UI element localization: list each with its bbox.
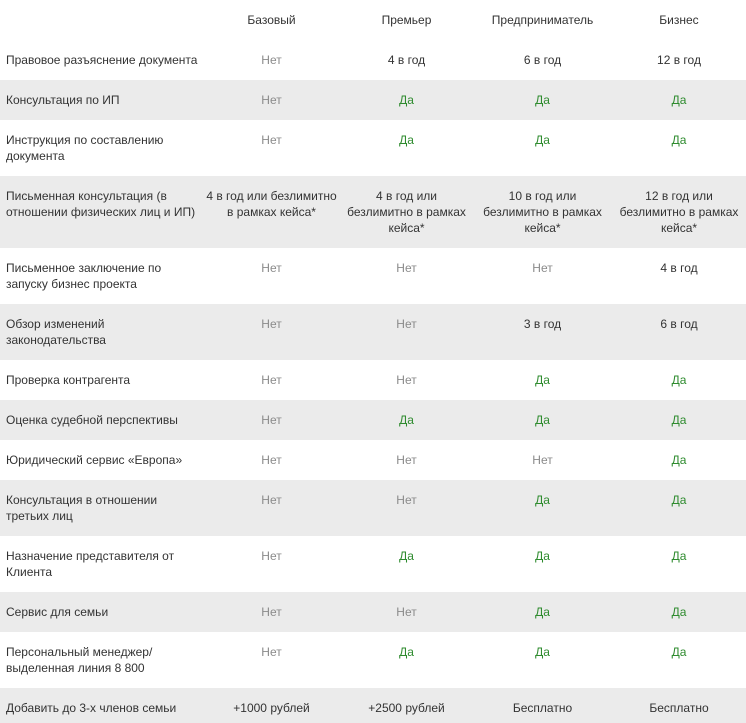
plan-value: Да (473, 480, 612, 536)
plan-value: Нет (203, 40, 340, 80)
plan-header-business: Бизнес (612, 0, 746, 40)
plan-value: Нет (340, 248, 473, 304)
plan-value: Нет (203, 360, 340, 400)
plan-value: Бесплатно (473, 688, 612, 723)
plan-value: Да (340, 120, 473, 176)
plan-value: 3 в год (473, 304, 612, 360)
plan-value: Да (340, 632, 473, 688)
feature-label: Юридический сервис «Европа» (0, 440, 203, 480)
plan-value: Да (612, 400, 746, 440)
plan-value: Да (612, 80, 746, 120)
table-row: Письменное заключение по запуску бизнес … (0, 248, 746, 304)
plan-value: Нет (203, 120, 340, 176)
feature-label: Персональный менеджер/ выделенная линия … (0, 632, 203, 688)
plan-value: Нет (473, 440, 612, 480)
table-row: Обзор изменений законодательства Нет Нет… (0, 304, 746, 360)
table-row: Консультация в отношении третьих лиц Нет… (0, 480, 746, 536)
plan-header-entrepreneur: Предприниматель (473, 0, 612, 40)
plan-value: Да (473, 80, 612, 120)
table-row: Проверка контрагента Нет Нет Да Да (0, 360, 746, 400)
plan-value: Да (612, 360, 746, 400)
feature-label: Оценка судебной перспективы (0, 400, 203, 440)
plan-value: Да (612, 592, 746, 632)
plan-value: 4 в год или безлимитно в рамках кейса* (203, 176, 340, 248)
plan-value: Да (340, 80, 473, 120)
plan-value: Да (612, 536, 746, 592)
table-row: Консультация по ИП Нет Да Да Да (0, 80, 746, 120)
plan-value: 6 в год (473, 40, 612, 80)
plan-value: Нет (340, 304, 473, 360)
plan-value: Да (612, 120, 746, 176)
plan-value: Да (473, 360, 612, 400)
plan-value: Нет (340, 480, 473, 536)
plan-value: Нет (203, 592, 340, 632)
feature-label: Назначение представителя от Клиента (0, 536, 203, 592)
plan-value: 4 в год (612, 248, 746, 304)
plan-value: Нет (203, 304, 340, 360)
table-row: Оценка судебной перспективы Нет Да Да Да (0, 400, 746, 440)
plan-value: Да (473, 400, 612, 440)
table-row: Сервис для семьи Нет Нет Да Да (0, 592, 746, 632)
plan-value: Нет (203, 480, 340, 536)
plan-value: 4 в год (340, 40, 473, 80)
table-row: Правовое разъяснение документа Нет 4 в г… (0, 40, 746, 80)
plan-value: Нет (203, 400, 340, 440)
feature-column-header (0, 0, 203, 40)
plan-value: Да (340, 536, 473, 592)
plan-value: Да (340, 400, 473, 440)
plan-value: Да (473, 536, 612, 592)
plan-value: 6 в год (612, 304, 746, 360)
feature-label: Правовое разъяснение документа (0, 40, 203, 80)
plan-value: Да (473, 592, 612, 632)
plan-value: Нет (203, 536, 340, 592)
plan-value: 10 в год или безлимитно в рамках кейса* (473, 176, 612, 248)
plan-value: 4 в год или безлимитно в рамках кейса* (340, 176, 473, 248)
plan-value: Да (612, 440, 746, 480)
plan-value: Да (473, 120, 612, 176)
plan-value: Нет (203, 248, 340, 304)
plan-header-premier: Премьер (340, 0, 473, 40)
plan-value: Нет (473, 248, 612, 304)
feature-label: Проверка контрагента (0, 360, 203, 400)
table-row: Юридический сервис «Европа» Нет Нет Нет … (0, 440, 746, 480)
table-row: Персональный менеджер/ выделенная линия … (0, 632, 746, 688)
feature-label: Обзор изменений законодательства (0, 304, 203, 360)
header-row: Базовый Премьер Предприниматель Бизнес (0, 0, 746, 40)
plan-value: Да (612, 480, 746, 536)
plan-value: Нет (340, 440, 473, 480)
feature-label: Добавить до 3-х членов семьи (0, 688, 203, 723)
feature-label: Консультация по ИП (0, 80, 203, 120)
plan-value: Нет (203, 632, 340, 688)
feature-label: Письменное заключение по запуску бизнес … (0, 248, 203, 304)
table-row: Добавить до 3-х членов семьи +1000 рубле… (0, 688, 746, 723)
table-row: Письменная консультация (в отношении физ… (0, 176, 746, 248)
plan-value: +1000 рублей (203, 688, 340, 723)
plan-value: Да (473, 632, 612, 688)
table-row: Назначение представителя от Клиента Нет … (0, 536, 746, 592)
plan-value: Да (612, 632, 746, 688)
table-row: Инструкция по составлению документа Нет … (0, 120, 746, 176)
plan-value: Нет (203, 80, 340, 120)
feature-label: Сервис для семьи (0, 592, 203, 632)
feature-label: Инструкция по составлению документа (0, 120, 203, 176)
feature-label: Письменная консультация (в отношении физ… (0, 176, 203, 248)
plan-value: +2500 рублей (340, 688, 473, 723)
feature-label: Консультация в отношении третьих лиц (0, 480, 203, 536)
plan-value: Бесплатно (612, 688, 746, 723)
plan-header-basic: Базовый (203, 0, 340, 40)
plan-value: Нет (340, 360, 473, 400)
plan-value: Нет (340, 592, 473, 632)
plan-value: 12 в год (612, 40, 746, 80)
plan-value: 12 в год или безлимитно в рамках кейса* (612, 176, 746, 248)
plan-comparison-table: Базовый Премьер Предприниматель Бизнес П… (0, 0, 746, 723)
plan-value: Нет (203, 440, 340, 480)
